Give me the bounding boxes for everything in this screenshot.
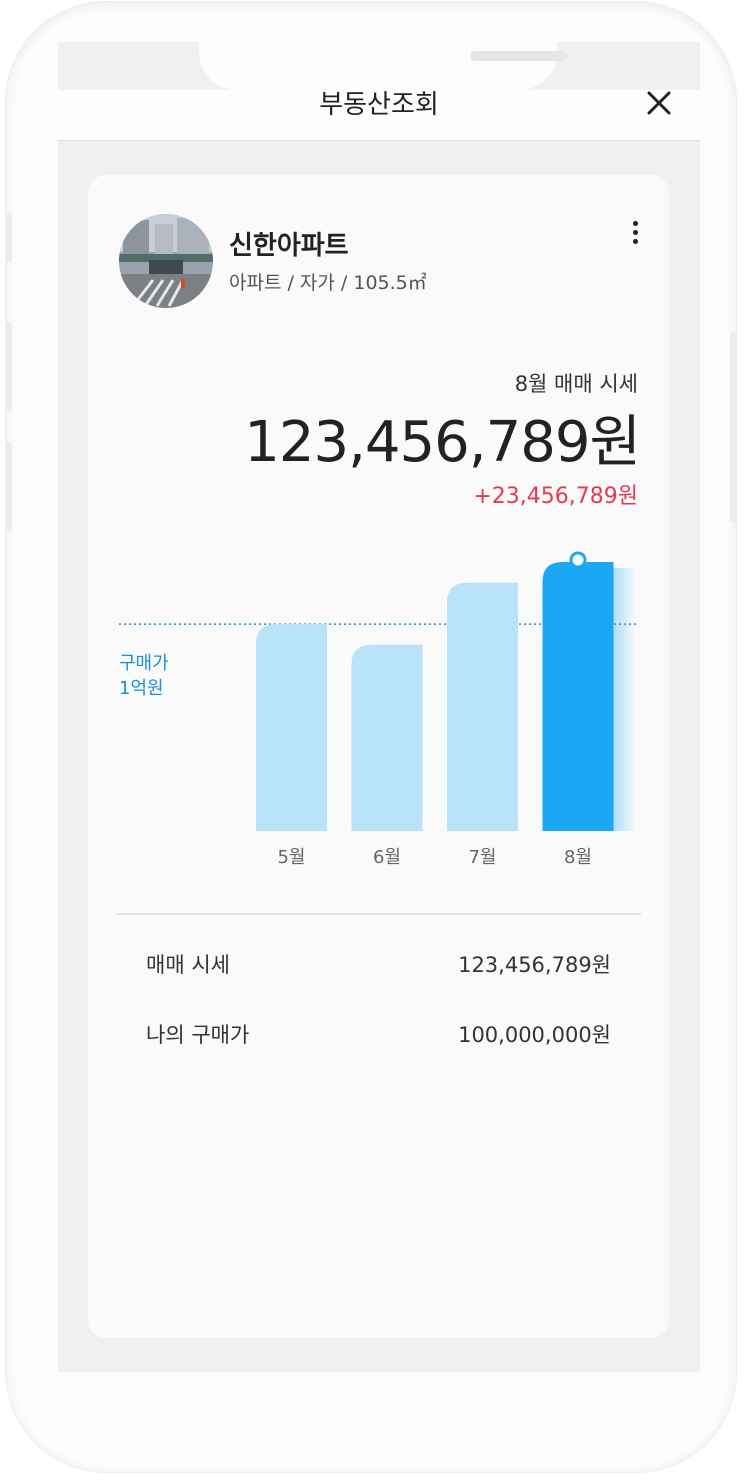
speaker	[470, 51, 568, 61]
page-title: 부동산조회	[319, 90, 439, 120]
more-options-button[interactable]	[626, 218, 646, 248]
chart-bar[interactable]	[256, 624, 327, 831]
price-label: 8월 매매 시세	[514, 372, 638, 396]
property-card: 신한아파트 아파트 / 자가 / 105.5㎡ 8월 매매 시세 123,456…	[88, 175, 669, 1338]
phone-frame: 부동산조회 신한아파트 아파트 / 자가 / 105.5㎡ 8월 매매 시세 1…	[6, 2, 736, 1472]
highlight-marker	[569, 551, 587, 569]
volume-down-button	[6, 442, 12, 532]
property-photo	[119, 214, 213, 308]
bar-glow	[613, 568, 636, 831]
x-tick-label: 6월	[373, 847, 401, 868]
side-button	[6, 212, 12, 262]
reference-label: 구매가	[119, 653, 169, 674]
price-value: 123,456,789원	[244, 410, 641, 475]
chart-bar[interactable]	[351, 644, 423, 831]
x-tick-label: 8월	[564, 847, 592, 868]
close-button[interactable]	[642, 90, 674, 122]
app-header: 부동산조회	[58, 90, 700, 141]
property-subtitle: 아파트 / 자가 / 105.5㎡	[229, 272, 427, 294]
market-price-value: 123,456,789원	[458, 953, 611, 977]
property-name: 신한아파트	[229, 231, 349, 261]
x-tick-label: 7월	[468, 847, 496, 868]
chart-bar[interactable]	[447, 582, 518, 831]
x-tick-label: 5월	[277, 847, 305, 868]
purchase-price-label: 나의 구매가	[146, 1023, 250, 1047]
divider	[116, 913, 641, 915]
power-button	[730, 332, 736, 522]
app-screen: 부동산조회 신한아파트 아파트 / 자가 / 105.5㎡ 8월 매매 시세 1…	[58, 42, 700, 1372]
market-price-label: 매매 시세	[146, 953, 230, 977]
volume-up-button	[6, 322, 12, 412]
notch	[199, 42, 568, 90]
close-icon	[647, 91, 671, 115]
chart-bar[interactable]	[542, 562, 614, 831]
price-chart: 구매가 1억원 5월 6월 7월 8월	[119, 551, 637, 868]
purchase-price-value: 100,000,000원	[458, 1023, 611, 1047]
price-change: +23,456,789원	[473, 484, 638, 509]
reference-value: 1억원	[119, 678, 164, 699]
